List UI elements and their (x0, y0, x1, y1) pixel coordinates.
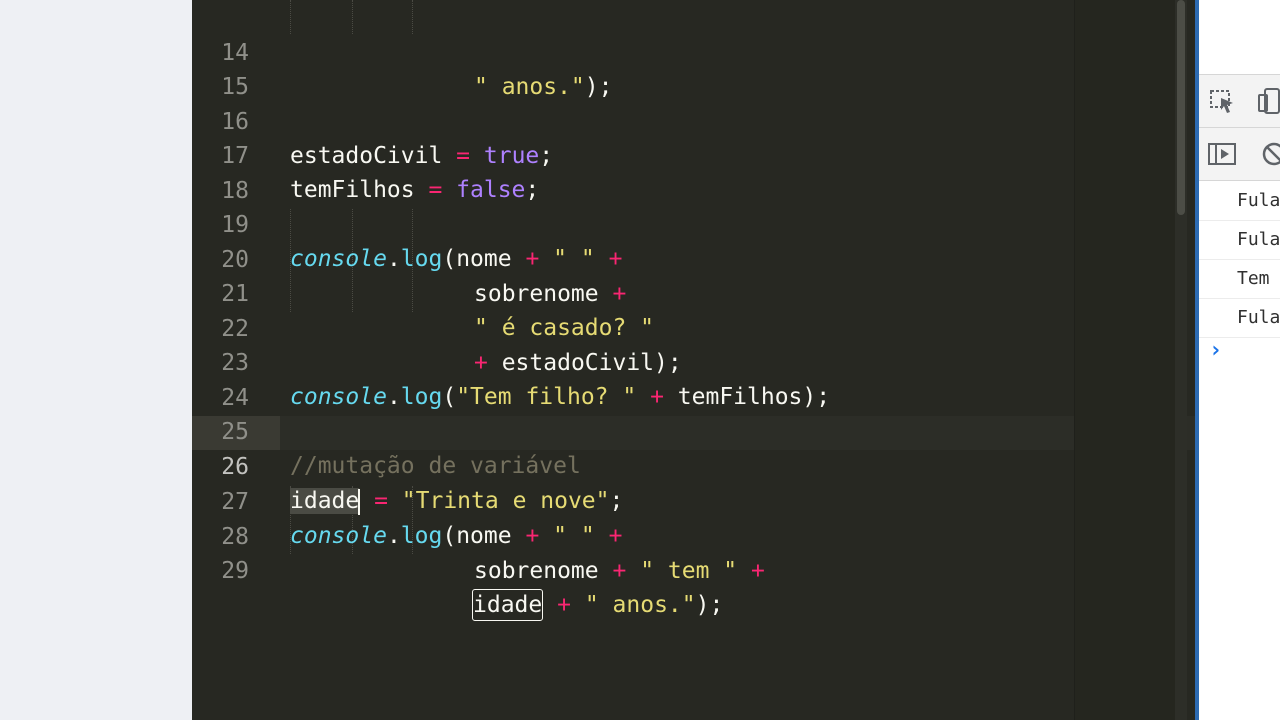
matched-identifier: idade (472, 589, 544, 621)
console-message[interactable]: Tem (1199, 260, 1280, 299)
code-line[interactable]: 22 + estadoCivil); (192, 278, 1192, 376)
sidebar-toggle-icon[interactable] (1207, 142, 1237, 170)
clear-console-icon[interactable] (1261, 141, 1280, 171)
code-line[interactable]: 17 temFilhos = false; (192, 105, 1192, 203)
code-line[interactable]: 23 console.log("Tem filho? " + temFilhos… (192, 312, 1192, 410)
vertical-scrollbar[interactable] (1175, 0, 1187, 720)
console-message[interactable]: Fula (1199, 182, 1280, 221)
code-line[interactable]: 16 estadoCivil = true; (192, 71, 1192, 169)
devtools-toolbar (1199, 75, 1280, 128)
code-line[interactable]: 20 sobrenome + (192, 209, 1192, 307)
minimap[interactable] (1075, 0, 1175, 720)
code-line[interactable]: 14 " anos."); (192, 2, 1192, 100)
punctuation: ); (695, 592, 724, 618)
console-toolbar (1199, 128, 1280, 181)
operator: + (612, 558, 627, 584)
string-literal: " anos." (584, 592, 696, 618)
code-line[interactable]: 27 console.log(nome + " " + (192, 451, 1192, 549)
code-line[interactable]: 19 console.log(nome + " " + (192, 174, 1192, 272)
code-line[interactable]: 21 " é casado? " (192, 243, 1192, 341)
desktop-background (0, 0, 192, 720)
console-message-text: Fula (1237, 307, 1280, 328)
code-line-active[interactable]: 26 idade = "Trinta e nove"; (192, 416, 1192, 515)
console-message[interactable]: Fula (1199, 299, 1280, 338)
string-literal: " tem " (640, 558, 738, 584)
inspect-element-icon[interactable] (1209, 89, 1237, 119)
console-message-text: Fula (1237, 229, 1280, 250)
device-toolbar-icon[interactable] (1257, 87, 1280, 119)
console-message-text: Tem (1237, 268, 1270, 289)
console-message-text: Fula (1237, 190, 1280, 211)
operator: + (557, 592, 571, 618)
identifier: sobrenome (474, 558, 613, 584)
code-line[interactable]: 29 idade + " anos."); (192, 520, 1192, 621)
line-number: 29 (221, 558, 249, 584)
code-line[interactable]: 28 sobrenome + " tem " + (192, 486, 1192, 584)
code-line[interactable]: 25 //mutação de variável (192, 381, 1192, 479)
devtools-header (1199, 0, 1280, 75)
devtools-panel[interactable]: Fula Fula Tem Fula › (1199, 0, 1280, 720)
scrollbar-thumb[interactable] (1177, 0, 1185, 215)
console-prompt-icon[interactable]: › (1209, 338, 1222, 363)
code-line[interactable]: 18 (192, 140, 1192, 204)
console-message[interactable]: Fula (1199, 221, 1280, 260)
code-line[interactable]: 24 (192, 347, 1192, 411)
code-line[interactable]: 15 (192, 36, 1192, 100)
operator: + (751, 558, 765, 584)
code-editor[interactable]: 14 " anos."); 15 16 estadoCivil = true; … (192, 0, 1195, 720)
